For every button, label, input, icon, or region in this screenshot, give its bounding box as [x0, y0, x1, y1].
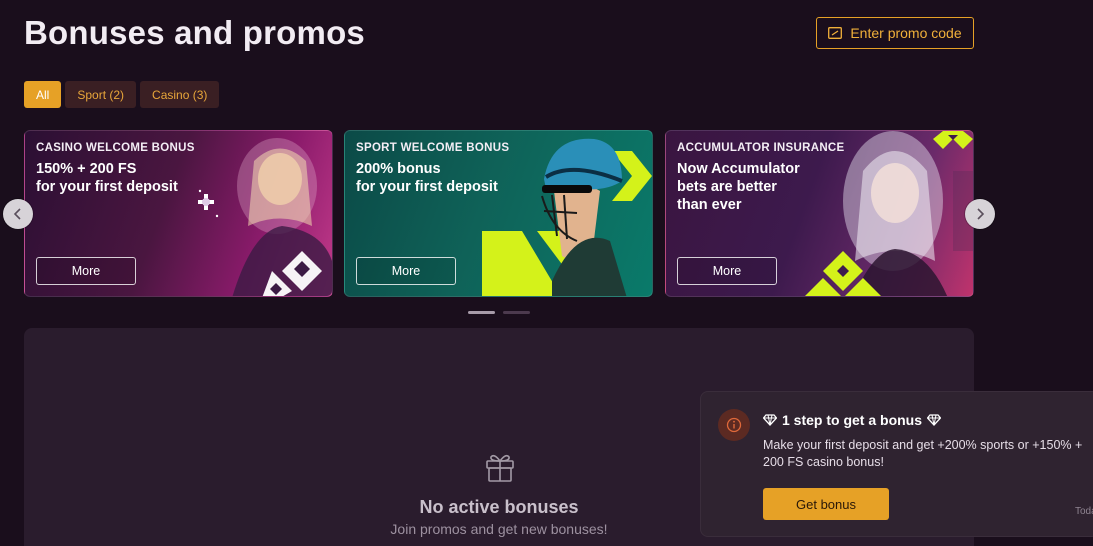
info-icon-wrap	[718, 409, 750, 441]
promo-card-accumulator-insurance[interactable]: ACCUMULATOR INSURANCE Now Accumulator be…	[665, 130, 974, 297]
enter-promo-code-label: Enter promo code	[850, 25, 962, 41]
carousel-prev-button[interactable]	[3, 199, 33, 229]
card-tag: SPORT WELCOME BONUS	[356, 142, 510, 154]
filter-tabs: All Sport (2) Casino (3)	[24, 81, 220, 108]
diamond-icon	[763, 414, 777, 426]
carousel-dot-2[interactable]	[503, 311, 530, 314]
filter-sport[interactable]: Sport (2)	[65, 81, 137, 108]
notification-title: 1 step to get a bonus	[763, 412, 942, 428]
chevron-right-icon	[977, 208, 985, 220]
notification-text: Make your first deposit and get +200% sp…	[763, 438, 1083, 469]
carousel-pagination	[468, 311, 530, 314]
diamond-icon	[927, 414, 942, 426]
casino-promo-art	[198, 138, 332, 296]
bonus-notification: 1 step to get a bonus Make your first de…	[700, 391, 1093, 537]
carousel-dot-1[interactable]	[468, 311, 495, 314]
more-button[interactable]: More	[356, 257, 456, 285]
card-tag: ACCUMULATOR INSURANCE	[677, 142, 845, 154]
filter-all[interactable]: All	[24, 81, 62, 108]
filter-casino[interactable]: Casino (3)	[140, 81, 220, 108]
get-bonus-button[interactable]: Get bonus	[763, 488, 889, 520]
chevron-left-icon	[13, 208, 21, 220]
gift-icon	[486, 454, 514, 482]
promo-card-casino-welcome[interactable]: CASINO WELCOME BONUS 150% + 200 FS for y…	[24, 130, 333, 297]
bonuses-page: Bonuses and promos Enter promo code All …	[0, 0, 1093, 546]
sport-promo-art	[482, 138, 652, 296]
card-description: Now Accumulator bets are better than eve…	[677, 161, 800, 213]
card-description: 150% + 200 FS for your first deposit	[36, 161, 178, 195]
accumulator-promo-art	[805, 131, 973, 296]
promo-card-sport-welcome[interactable]: SPORT WELCOME BONUS 200% bonus for your …	[344, 130, 653, 297]
more-button[interactable]: More	[677, 257, 777, 285]
info-icon	[726, 417, 742, 433]
enter-promo-code-button[interactable]: Enter promo code	[816, 17, 974, 49]
more-button[interactable]: More	[36, 257, 136, 285]
card-tag: CASINO WELCOME BONUS	[36, 142, 195, 154]
page-title: Bonuses and promos	[24, 14, 365, 51]
promo-carousel: CASINO WELCOME BONUS 150% + 200 FS for y…	[24, 130, 974, 297]
carousel-next-button[interactable]	[965, 199, 995, 229]
card-description: 200% bonus for your first deposit	[356, 161, 498, 195]
ticket-icon	[828, 27, 843, 39]
notification-timestamp: Toda	[1075, 506, 1093, 517]
